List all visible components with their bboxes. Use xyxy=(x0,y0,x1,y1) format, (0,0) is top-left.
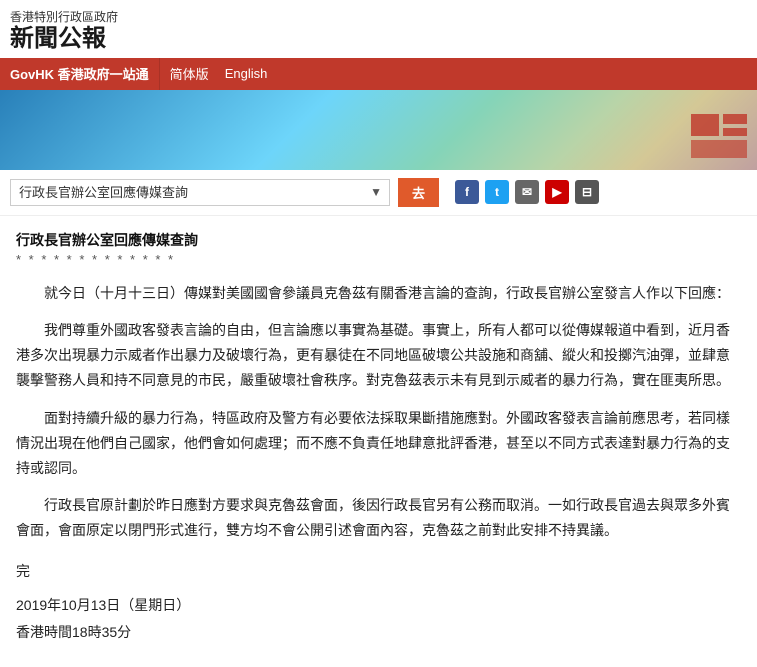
twitter-icon[interactable]: t xyxy=(485,180,509,204)
article-paragraph-4: 行政長官原計劃於昨日應對方要求與克魯茲會面，後因行政長官另有公務而取消。一如行政… xyxy=(16,493,741,543)
email-icon[interactable]: ✉ xyxy=(515,180,539,204)
header: 香港特別行政區政府 新聞公報 xyxy=(0,0,757,58)
content: 行政長官辦公室回應傳媒查詢 * * * * * * * * * * * * * … xyxy=(0,216,757,667)
header-title: 新聞公報 xyxy=(10,25,747,54)
select-wrapper: 行政長官辦公室回應傳媒查詢 ▼ xyxy=(10,179,390,206)
social-icons: f t ✉ ▶ ⊟ xyxy=(455,180,599,204)
nav-english[interactable]: English xyxy=(225,66,268,81)
nav-govhk-label[interactable]: GovHK 香港政府一站通 xyxy=(0,58,160,90)
article-title: 行政長官辦公室回應傳媒查詢 xyxy=(16,230,741,250)
nav-bar: GovHK 香港政府一站通 简体版 English xyxy=(0,58,757,90)
article-paragraph-1: 就今日（十月十三日）傳媒對美國國會參議員克魯茲有關香港言論的查詢，行政長官辦公室… xyxy=(16,281,741,306)
facebook-icon[interactable]: f xyxy=(455,180,479,204)
banner xyxy=(0,90,757,170)
print-icon[interactable]: ⊟ xyxy=(575,180,599,204)
toolbar: 行政長官辦公室回應傳媒查詢 ▼ 去 f t ✉ ▶ ⊟ xyxy=(0,170,757,216)
article-footer: 完 2019年10月13日（星期日） 香港時間18時35分 xyxy=(16,559,741,645)
stars-divider: * * * * * * * * * * * * * xyxy=(16,252,741,267)
header-subtitle: 香港特別行政區政府 xyxy=(10,8,747,25)
article-time: 香港時間18時35分 xyxy=(16,620,741,645)
article-end-mark: 完 xyxy=(16,559,741,584)
article-paragraph-2: 我們尊重外國政客發表言論的自由，但言論應以事實為基礎。事實上，所有人都可以從傳媒… xyxy=(16,318,741,394)
article-paragraph-3: 面對持續升級的暴力行為，特區政府及警方有必要依法採取果斷措施應對。外國政客發表言… xyxy=(16,406,741,482)
nav-links: 简体版 English xyxy=(160,64,278,83)
banner-logo xyxy=(689,112,749,162)
youtube-icon[interactable]: ▶ xyxy=(545,180,569,204)
article-date: 2019年10月13日（星期日） xyxy=(16,593,741,618)
article-body: 就今日（十月十三日）傳媒對美國國會參議員克魯茲有關香港言論的查詢，行政長官辦公室… xyxy=(16,281,741,544)
department-select[interactable]: 行政長官辦公室回應傳媒查詢 xyxy=(10,179,390,206)
nav-simplified[interactable]: 简体版 xyxy=(170,64,209,83)
go-button[interactable]: 去 xyxy=(398,178,439,207)
